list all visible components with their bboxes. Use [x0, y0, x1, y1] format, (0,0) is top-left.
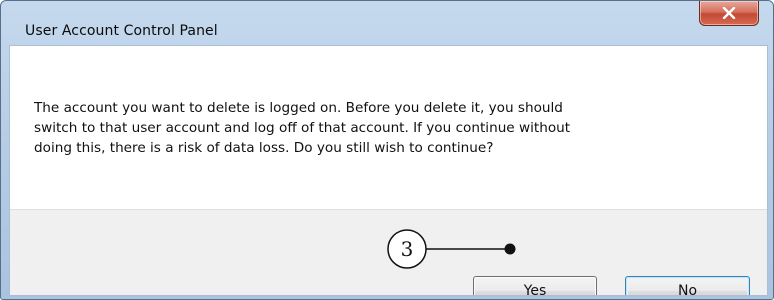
window-title: User Account Control Panel — [25, 23, 218, 39]
message-line: doing this, there is a risk of data loss… — [34, 140, 494, 156]
callout-number: 3 — [400, 237, 414, 261]
message-line: switch to that user account and log off … — [34, 120, 571, 136]
close-button[interactable] — [699, 1, 759, 26]
yes-button[interactable]: Yes — [473, 276, 597, 295]
message-line: The account you want to delete is logged… — [34, 100, 563, 116]
no-button[interactable]: No — [625, 276, 750, 295]
close-icon — [722, 7, 736, 19]
warning-message: The account you want to delete is logged… — [34, 98, 734, 158]
dialog-window: User Account Control Panel The account y… — [0, 0, 774, 300]
